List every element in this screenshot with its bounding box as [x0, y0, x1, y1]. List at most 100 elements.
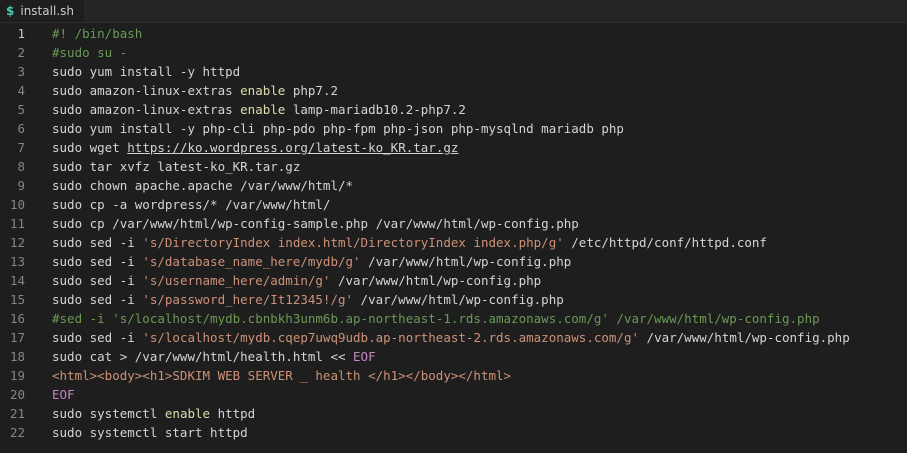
code-line[interactable]: 8 sudo tar xvfz latest-ko_KR.tar.gz — [0, 157, 907, 176]
code-token: EOF — [52, 387, 75, 402]
line-code: sudo yum install -y php-cli php-pdo php-… — [52, 119, 624, 138]
code-token: sudo systemctl start httpd — [52, 425, 248, 440]
code-token: sudo sed -i — [52, 330, 143, 345]
code-token: sudo sed -i — [52, 254, 143, 269]
code-token: <html><body><h1>SDKIM WEB SERVER _ healt… — [52, 368, 512, 383]
line-code: EOF — [52, 385, 75, 404]
line-number: 15 — [9, 292, 25, 307]
line-code: sudo amazon-linux-extras enable php7.2 — [52, 81, 338, 100]
url-link[interactable]: https://ko.wordpress.org/latest-ko_KR.ta… — [127, 140, 458, 155]
line-number: 1 — [17, 26, 25, 41]
line-code: sudo sed -i 's/DirectoryIndex index.html… — [52, 233, 767, 252]
line-code: sudo yum install -y httpd — [52, 62, 240, 81]
code-line[interactable]: 7 sudo wget https://ko.wordpress.org/late… — [0, 138, 907, 157]
code-line[interactable]: 21 sudo systemctl enable httpd — [0, 404, 907, 423]
line-number: 10 — [9, 197, 25, 212]
code-line[interactable]: 17 sudo sed -i 's/localhost/mydb.cqep7uwq… — [0, 328, 907, 347]
code-token: sudo wget — [52, 140, 128, 155]
code-token: sudo amazon-linux-extras — [52, 102, 241, 117]
code-line[interactable]: 19 <html><body><h1>SDKIM WEB SERVER _ hea… — [0, 366, 907, 385]
code-line[interactable]: 6 sudo yum install -y php-cli php-pdo php… — [0, 119, 907, 138]
line-code: sudo amazon-linux-extras enable lamp-mar… — [52, 100, 466, 119]
code-token: /var/www/html/wp-config.php — [330, 273, 542, 288]
tab-install-sh[interactable]: $ install.sh — [0, 0, 84, 22]
code-line[interactable]: 9 sudo chown apache.apache /var/www/html/… — [0, 176, 907, 195]
line-number: 2 — [17, 45, 25, 60]
editor-tab-bar: $ install.sh — [0, 0, 907, 23]
code-token: sudo chown apache.apache /var/www/html/* — [52, 178, 354, 193]
code-token: 's/password_here/It12345!/g' — [142, 292, 354, 307]
line-code: #! /bin/bash — [52, 24, 142, 43]
code-line[interactable]: 1 #! /bin/bash — [0, 24, 907, 43]
line-number: 14 — [9, 273, 25, 288]
code-token: php7.2 — [285, 83, 338, 98]
line-number: 3 — [17, 64, 25, 79]
code-token: sudo yum install -y php-cli php-pdo php-… — [52, 121, 624, 136]
line-code: <html><body><h1>SDKIM WEB SERVER _ healt… — [52, 366, 511, 385]
line-code: sudo wget https://ko.wordpress.org/lates… — [52, 138, 458, 157]
code-line[interactable]: 13 sudo sed -i 's/database_name_here/mydb… — [0, 252, 907, 271]
line-number: 8 — [17, 159, 25, 174]
code-token: /etc/httpd/conf/httpd.conf — [563, 235, 767, 250]
code-token: httpd — [210, 406, 256, 421]
code-token: EOF — [353, 349, 376, 364]
code-line[interactable]: 10 sudo cp -a wordpress/* /var/www/html/ — [0, 195, 907, 214]
code-line[interactable]: 5 sudo amazon-linux-extras enable lamp-ma… — [0, 100, 907, 119]
code-token: sudo cat > /var/www/html/health.html << — [52, 349, 354, 364]
line-number: 22 — [9, 425, 25, 440]
code-line[interactable]: 3 sudo yum install -y httpd — [0, 62, 907, 81]
dollar-terminal-icon: $ — [6, 4, 15, 18]
line-code: sudo systemctl start httpd — [52, 423, 248, 442]
code-line[interactable]: 18 sudo cat > /var/www/html/health.html <… — [0, 347, 907, 366]
code-token: /var/www/html/wp-config.php — [360, 254, 572, 269]
code-token: sudo yum install -y httpd — [52, 64, 241, 79]
code-token: 's/username_here/admin/g' — [142, 273, 331, 288]
code-token: #sudo su - — [52, 45, 128, 60]
line-number: 21 — [9, 406, 25, 421]
line-number: 6 — [17, 121, 25, 136]
code-token: sudo sed -i — [52, 292, 143, 307]
line-code: sudo sed -i 's/username_here/admin/g' /v… — [52, 271, 541, 290]
line-code: sudo cat > /var/www/html/health.html << … — [52, 347, 376, 366]
code-line[interactable]: 15 sudo sed -i 's/password_here/It12345!/… — [0, 290, 907, 309]
line-code: sudo chown apache.apache /var/www/html/* — [52, 176, 353, 195]
code-line[interactable]: 22 sudo systemctl start httpd — [0, 423, 907, 442]
code-token: 's/DirectoryIndex index.html/DirectoryIn… — [142, 235, 564, 250]
line-number: 17 — [9, 330, 25, 345]
code-token: sudo systemctl — [52, 406, 165, 421]
code-token: enable — [164, 406, 211, 421]
line-number: 13 — [9, 254, 25, 269]
code-token: enable — [240, 102, 286, 117]
code-token: sudo sed -i — [52, 273, 143, 288]
code-line[interactable]: 4 sudo amazon-linux-extras enable php7.2 — [0, 81, 907, 100]
tab-label: install.sh — [20, 4, 74, 18]
line-number: 5 — [17, 102, 25, 117]
code-token: sudo sed -i — [52, 235, 143, 250]
code-editor[interactable]: 1 #! /bin/bash 2 #sudo su - 3 sudo yum instal… — [0, 23, 907, 442]
line-code: sudo cp -a wordpress/* /var/www/html/ — [52, 195, 330, 214]
code-token: 's/localhost/mydb.cqep7uwq9udb.ap-northe… — [142, 330, 640, 345]
line-number: 16 — [9, 311, 25, 326]
line-number: 4 — [17, 83, 25, 98]
code-token: lamp-mariadb10.2-php7.2 — [285, 102, 466, 117]
code-token: sudo cp -a wordpress/* /var/www/html/ — [52, 197, 331, 212]
code-token: #sed -i 's/localhost/mydb.cbnbkh3unm6b.a… — [52, 311, 820, 326]
code-line[interactable]: 14 sudo sed -i 's/username_here/admin/g' … — [0, 271, 907, 290]
line-number: 7 — [17, 140, 25, 155]
code-line[interactable]: 2 #sudo su - — [0, 43, 907, 62]
code-line[interactable]: 16 #sed -i 's/localhost/mydb.cbnbkh3unm6b… — [0, 309, 907, 328]
line-number: 18 — [9, 349, 25, 364]
code-line[interactable]: 20 EOF — [0, 385, 907, 404]
code-token: sudo amazon-linux-extras — [52, 83, 241, 98]
line-code: sudo sed -i 's/database_name_here/mydb/g… — [52, 252, 571, 271]
code-token: 's/database_name_here/mydb/g' — [142, 254, 361, 269]
code-line[interactable]: 11 sudo cp /var/www/html/wp-config-sample… — [0, 214, 907, 233]
code-token: sudo cp /var/www/html/wp-config-sample.p… — [52, 216, 579, 231]
code-token: #! /bin/bash — [52, 26, 143, 41]
line-number: 12 — [9, 235, 25, 250]
line-number: 19 — [9, 368, 25, 383]
code-line[interactable]: 12 sudo sed -i 's/DirectoryIndex index.ht… — [0, 233, 907, 252]
code-token: enable — [240, 83, 286, 98]
line-code: sudo sed -i 's/localhost/mydb.cqep7uwq9u… — [52, 328, 850, 347]
line-number: 11 — [9, 216, 25, 231]
